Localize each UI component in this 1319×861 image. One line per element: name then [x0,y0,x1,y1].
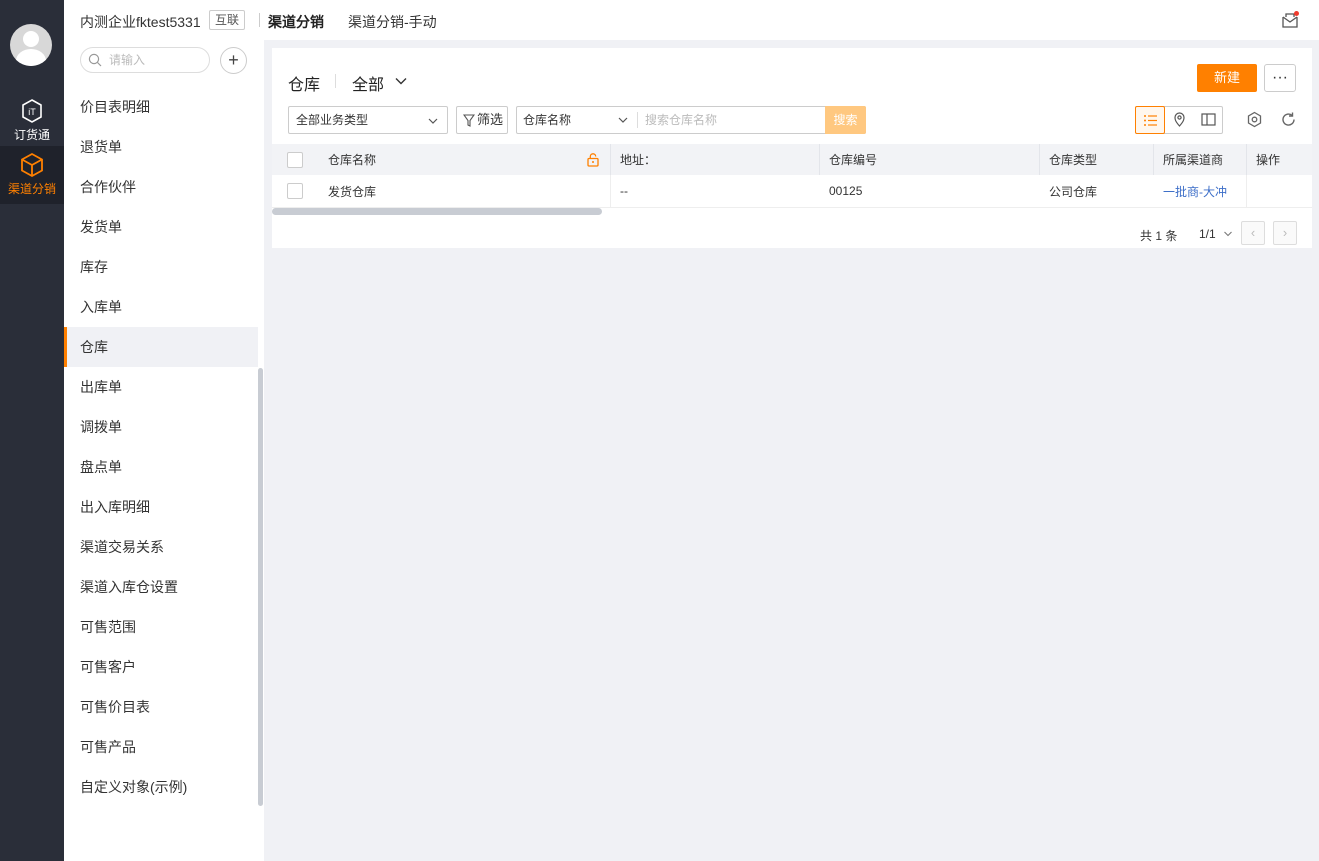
list-card: 仓库 全部 新建 ··· 全部业务类型 筛选 仓库名称 搜索仓库名称 搜索 仓库… [272,48,1312,248]
nav-item[interactable]: 可售范围 [64,607,258,647]
rail-item-label: 渠道分销 [7,182,56,196]
app-title[interactable]: 渠道分销 [268,12,324,32]
filter-icon [463,114,475,127]
cell-address: -- [620,184,628,198]
total-count: 共 1 条 [1140,229,1178,243]
nav-item[interactable]: 库存 [64,247,258,287]
search-input[interactable] [645,111,820,129]
split-panel-icon [1201,113,1216,126]
company-name[interactable]: 内测企业fktest5331 [80,12,201,32]
search-button[interactable]: 搜索 [825,106,866,134]
column-header[interactable]: 所属渠道商 [1154,144,1247,175]
nav-item-active[interactable]: 仓库 [64,327,258,367]
split-view-button[interactable] [1194,106,1224,134]
nav-item[interactable]: 价目表明细 [64,87,258,127]
nav-item[interactable]: 退货单 [64,127,258,167]
chevron-down-icon[interactable] [1223,229,1233,239]
cell-code: 00125 [829,184,863,198]
nav-item[interactable]: 可售价目表 [64,687,258,727]
avatar-body [16,49,46,66]
channel-link[interactable]: 一批商-大冲 [1163,183,1227,200]
order-box-icon: iT [22,99,42,123]
nav-item[interactable]: 盘点单 [64,447,258,487]
nav-search[interactable] [80,47,210,73]
table-row[interactable]: 发货仓库 -- 00125 公司仓库 一批商-大冲 [272,175,1312,208]
app-rail: iT 订货通 渠道分销 [0,0,64,861]
search-field-select[interactable]: 仓库名称 [523,107,571,133]
column-header[interactable]: 地址： [611,144,820,175]
business-type-select[interactable]: 全部业务类型 [288,106,448,134]
column-header[interactable]: 仓库名称 [319,144,611,175]
cell-channel: 一批商-大冲 [1154,175,1247,207]
avatar[interactable] [10,24,52,66]
business-type-value: 全部业务类型 [296,113,369,127]
search-combo[interactable]: 仓库名称 搜索 [516,106,866,134]
page-title: 仓库 [288,77,321,94]
top-bar: 内测企业fktest5331 互联 渠道分销 渠道分销-手动 [64,0,1319,40]
nav-item[interactable]: 调拨单 [64,407,258,447]
column-header[interactable]: 仓库类型 [1040,144,1154,175]
topbar-divider [259,13,260,27]
nav-search-input[interactable] [109,51,204,69]
list-view-button[interactable] [1135,106,1165,134]
object-nav: + 价目表明细 退货单 合作伙伴 发货单 库存 入库单 仓库 出库单 调拨单 盘… [64,40,264,861]
cell-action [1247,175,1312,207]
cube-icon [21,152,43,178]
rail-item-label: 订货通 [13,128,50,142]
avatar-head [23,31,39,47]
search-divider [637,112,638,128]
nav-scrollbar[interactable] [258,368,263,806]
rail-item-channel[interactable]: 渠道分销 [0,146,64,204]
select-all-checkbox[interactable] [287,151,303,168]
row-checkbox[interactable] [287,183,303,199]
prev-page-button[interactable]: ‹ [1241,221,1265,245]
cell-type: 公司仓库 [1049,184,1098,199]
nav-menu: 价目表明细 退货单 合作伙伴 发货单 库存 入库单 仓库 出库单 调拨单 盘点单… [64,87,258,807]
table-header: 仓库名称 地址： 仓库编号 仓库类型 所属渠道商 操作 [272,144,1312,175]
nav-item[interactable]: 出库单 [64,367,258,407]
new-button[interactable]: 新建 [1197,64,1257,92]
add-button[interactable]: + [220,47,247,74]
mail-icon[interactable] [1281,11,1299,29]
map-view-button[interactable] [1165,106,1195,134]
cell-name[interactable]: 发货仓库 [319,175,611,207]
column-header-label: 仓库名称 [328,153,377,167]
title-divider [335,74,336,88]
nav-item[interactable]: 可售客户 [64,647,258,687]
rail-item-order[interactable]: iT 订货通 [0,92,64,150]
view-switcher [1135,106,1223,134]
row-select-cell [272,175,319,207]
filter-label: 筛选 [477,112,504,127]
filter-button[interactable]: 筛选 [456,106,508,134]
nav-item[interactable]: 发货单 [64,207,258,247]
column-header[interactable]: 仓库编号 [820,144,1040,175]
more-button[interactable]: ··· [1264,64,1296,92]
chevron-down-icon[interactable] [394,74,408,88]
nav-item[interactable]: 出入库明细 [64,487,258,527]
scope-selector[interactable]: 全部 [352,71,384,95]
search-icon [88,53,102,67]
select-all-cell [272,144,319,175]
nav-item[interactable]: 入库单 [64,287,258,327]
app-subtitle[interactable]: 渠道分销-手动 [348,12,437,32]
nav-item[interactable]: 可售产品 [64,727,258,767]
table-hscrollbar[interactable] [272,208,602,215]
interconnect-tag: 互联 [209,10,246,30]
location-pin-icon [1174,112,1185,127]
pagination: 共 1 条 1/1 ‹ › [272,218,1312,248]
chevron-down-icon [618,117,628,123]
nav-item[interactable]: 合作伙伴 [64,167,258,207]
refresh-icon[interactable] [1280,111,1297,128]
page-selector[interactable]: 1/1 [1199,227,1216,241]
nav-item[interactable]: 渠道入库仓设置 [64,567,258,607]
nav-item[interactable]: 渠道交易关系 [64,527,258,567]
list-icon [1144,115,1157,126]
svg-text:iT: iT [28,107,36,117]
nav-item[interactable]: 自定义对象(示例) [64,767,258,807]
lock-icon[interactable] [586,152,600,167]
column-header[interactable]: 操作 [1247,144,1312,175]
settings-icon[interactable] [1246,111,1263,128]
next-page-button[interactable]: › [1273,221,1297,245]
chevron-down-icon [428,118,438,124]
